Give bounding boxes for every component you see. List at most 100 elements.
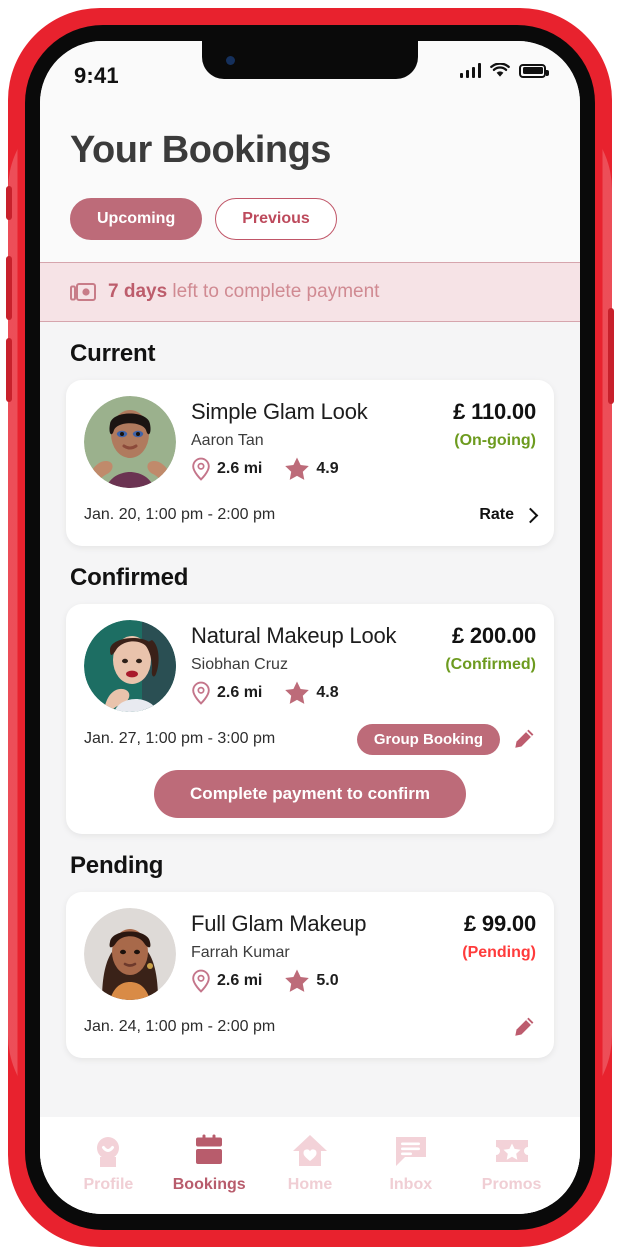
rate-button[interactable]: Rate: [479, 506, 539, 524]
power-button[interactable]: [608, 308, 614, 404]
payment-reminder-banner[interactable]: 7 days left to complete payment: [40, 262, 580, 322]
booking-filter-tabs: Upcoming Previous: [70, 198, 550, 240]
group-booking-tag[interactable]: Group Booking: [356, 723, 500, 755]
status-badge: (Pending): [462, 944, 536, 961]
card-right: £ 110.00 (On-going): [453, 396, 536, 488]
card-bottom: Jan. 24, 1:00 pm - 2:00 pm: [84, 1010, 536, 1044]
card-top: Natural Makeup Look Siobhan Cruz 2.6 mi: [84, 620, 536, 712]
nav-label-profile: Profile: [83, 1176, 134, 1193]
avatar: [84, 396, 176, 488]
rating-value: 4.8: [316, 683, 339, 701]
card-top: Simple Glam Look Aaron Tan 2.6 mi 4.9 £ …: [84, 396, 536, 488]
status-time: 9:41: [74, 63, 119, 88]
booking-datetime: Jan. 27, 1:00 pm - 3:00 pm: [84, 730, 276, 747]
artist-name: Siobhan Cruz: [191, 656, 288, 673]
rate-label: Rate: [479, 506, 514, 523]
nav-label-bookings: Bookings: [172, 1176, 246, 1193]
card-top: Full Glam Makeup Farrah Kumar 2.6 mi 5.0…: [84, 908, 536, 1000]
app-root: Your Bookings Upcoming Previous 7 days l…: [40, 103, 580, 1214]
card-bottom: Jan. 27, 1:00 pm - 3:00 pm Group Booking: [84, 722, 536, 756]
bookings-list[interactable]: Current Simple Glam Look Aaron Tan 2.6 m…: [40, 322, 580, 1117]
rating-value: 5.0: [316, 971, 339, 989]
booking-datetime: Jan. 20, 1:00 pm - 2:00 pm: [84, 506, 276, 523]
star-icon: [285, 457, 310, 480]
front-camera-icon: [226, 56, 235, 65]
distance-meta: 2.6 mi: [191, 969, 262, 993]
star-icon: [285, 969, 310, 992]
meta-row: 2.6 mi 4.8: [191, 680, 430, 705]
avatar: [84, 620, 176, 712]
price: £ 99.00: [463, 911, 536, 936]
nav-item-bookings[interactable]: Bookings: [159, 1133, 260, 1194]
avatar-image-aaron-tan: [84, 396, 176, 488]
booking-card-pending[interactable]: Full Glam Makeup Farrah Kumar 2.6 mi 5.0…: [66, 892, 554, 1058]
artist-name: Aaron Tan: [191, 432, 264, 449]
status-icons: [459, 63, 549, 78]
price: £ 110.00: [453, 399, 536, 424]
distance-value: 2.6 mi: [217, 971, 263, 989]
phone-frame: 9:41 Your Bookings Upcoming Previous 7 d…: [6, 8, 614, 1247]
card-right: £ 200.00 (Confirmed): [445, 620, 536, 712]
volume-down-button[interactable]: [6, 338, 12, 402]
cash-icon: [70, 283, 96, 301]
signal-bars-icon: [459, 63, 481, 78]
tab-upcoming[interactable]: Upcoming: [70, 198, 203, 240]
nav-item-profile[interactable]: Profile: [58, 1133, 159, 1194]
nav-item-promos[interactable]: Promos: [461, 1133, 562, 1194]
nav-item-inbox[interactable]: Inbox: [360, 1133, 461, 1194]
location-pin-icon: [192, 681, 210, 705]
rating-meta: 4.8: [284, 680, 339, 705]
card-main: Simple Glam Look Aaron Tan 2.6 mi 4.9: [191, 396, 438, 488]
avatar: [84, 908, 176, 1000]
status-bar: 9:41: [40, 41, 580, 103]
chevron-right-icon: [522, 507, 539, 523]
battery-icon: [519, 63, 549, 78]
distance-value: 2.6 mi: [217, 683, 263, 701]
profile-icon: [97, 1137, 120, 1167]
nav-label-inbox: Inbox: [389, 1176, 433, 1193]
home-heart-icon: [292, 1135, 327, 1166]
card-bottom: Jan. 20, 1:00 pm - 2:00 pm Rate: [84, 498, 539, 532]
service-name: Simple Glam Look: [191, 399, 368, 424]
avatar-image-siobhan-cruz: [84, 620, 176, 712]
booking-card-current[interactable]: Simple Glam Look Aaron Tan 2.6 mi 4.9 £ …: [66, 380, 554, 546]
service-name: Natural Makeup Look: [191, 623, 397, 648]
mute-switch-button[interactable]: [6, 186, 12, 220]
service-name: Full Glam Makeup: [191, 911, 367, 936]
app-header: Your Bookings Upcoming Previous: [40, 103, 580, 262]
notch: [202, 41, 418, 79]
rating-value: 4.9: [316, 459, 339, 477]
bottom-navigation: Profile Bookings Home Inbox Promos: [40, 1117, 580, 1214]
artist-name: Farrah Kumar: [191, 944, 290, 961]
chat-icon: [395, 1137, 426, 1166]
page-title: Your Bookings: [70, 129, 331, 171]
payment-banner-text: 7 days left to complete payment: [108, 281, 379, 303]
payment-days-left: 7 days: [108, 281, 168, 302]
rating-meta: 4.9: [284, 456, 339, 481]
nav-item-home[interactable]: Home: [260, 1133, 361, 1194]
status-badge: (Confirmed): [445, 656, 536, 673]
volume-up-button[interactable]: [6, 256, 12, 320]
tab-previous[interactable]: Previous: [215, 198, 337, 240]
section-title-confirmed: Confirmed: [70, 564, 189, 591]
edit-pencil-icon[interactable]: [512, 1015, 536, 1039]
wifi-icon: [490, 63, 510, 77]
nav-label-promos: Promos: [481, 1176, 542, 1193]
calendar-icon: [196, 1134, 223, 1164]
complete-payment-button[interactable]: Complete payment to confirm: [154, 770, 466, 818]
ticket-star-icon: [495, 1140, 528, 1162]
booking-card-confirmed[interactable]: Natural Makeup Look Siobhan Cruz 2.6 mi: [66, 604, 554, 834]
price: £ 200.00: [451, 623, 536, 648]
status-badge: (On-going): [454, 432, 536, 449]
location-pin-icon: [192, 457, 210, 481]
edit-pencil-icon[interactable]: [512, 727, 536, 751]
meta-row: 2.6 mi 4.9: [191, 456, 438, 481]
distance-value: 2.6 mi: [217, 459, 263, 477]
section-title-pending: Pending: [70, 852, 164, 879]
location-pin-icon: [192, 969, 210, 993]
rating-meta: 5.0: [284, 968, 339, 993]
card-main: Natural Makeup Look Siobhan Cruz 2.6 mi: [191, 620, 430, 712]
nav-label-home: Home: [287, 1176, 333, 1193]
booking-datetime: Jan. 24, 1:00 pm - 2:00 pm: [84, 1018, 276, 1035]
meta-row: 2.6 mi 5.0: [191, 968, 447, 993]
